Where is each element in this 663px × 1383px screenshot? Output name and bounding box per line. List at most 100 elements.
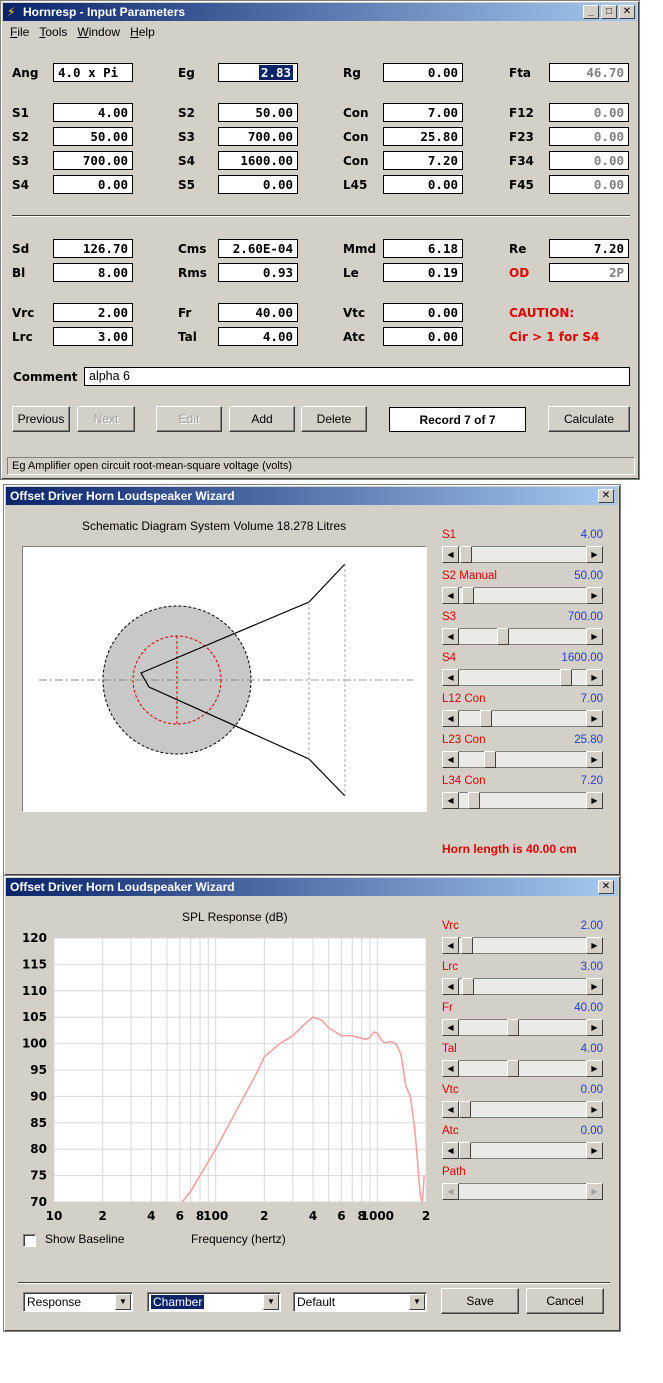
field-f23[interactable]: 0.00 (549, 127, 629, 146)
field-rg[interactable]: 0.00 (383, 63, 463, 82)
chevron-down-icon[interactable]: ▼ (263, 1294, 279, 1310)
slider-right-arrow-icon[interactable]: ▶ (586, 1101, 603, 1118)
slider-track[interactable]: ◀ ▶ (442, 792, 603, 809)
slider-track[interactable]: ◀ ▶ (442, 1060, 603, 1077)
field-con-1[interactable]: 7.00 (383, 103, 463, 122)
field-ang[interactable]: 4.0 x Pi (53, 63, 133, 82)
maximize-button[interactable]: □ (601, 5, 617, 19)
slider-left-arrow-icon[interactable]: ◀ (442, 546, 459, 563)
slider-right-arrow-icon[interactable]: ▶ (586, 669, 603, 686)
slider-track[interactable]: ◀ ▶ (442, 1019, 603, 1036)
field-vtc[interactable]: 0.00 (383, 303, 463, 322)
field-sd[interactable]: 126.70 (53, 239, 133, 258)
field-f45[interactable]: 0.00 (549, 175, 629, 194)
field-od[interactable]: 2P (549, 263, 629, 282)
slider-left-arrow-icon[interactable]: ◀ (442, 587, 459, 604)
slider-thumb[interactable] (560, 669, 573, 686)
field-con-2[interactable]: 25.80 (383, 127, 463, 146)
field-con-3[interactable]: 7.20 (383, 151, 463, 170)
field-s2[interactable]: 50.00 (53, 127, 133, 146)
slider-right-arrow-icon[interactable]: ▶ (586, 628, 603, 645)
delete-button[interactable]: Delete (301, 406, 367, 432)
field-l45[interactable]: 0.00 (383, 175, 463, 194)
comment-input[interactable]: alpha 6 (84, 367, 630, 386)
slider-right-arrow-icon[interactable]: ▶ (586, 1060, 603, 1077)
slider-right-arrow-icon[interactable]: ▶ (586, 1019, 603, 1036)
field-eg[interactable]: 2.83 (218, 63, 298, 82)
field-mmd[interactable]: 6.18 (383, 239, 463, 258)
field-s3[interactable]: 700.00 (53, 151, 133, 170)
field-re[interactable]: 7.20 (549, 239, 629, 258)
save-button[interactable]: Save (441, 1288, 519, 1314)
add-button[interactable]: Add (229, 406, 295, 432)
slider-thumb[interactable] (479, 710, 492, 727)
slider-right-arrow-icon[interactable]: ▶ (586, 546, 603, 563)
menu-help[interactable]: Help (125, 22, 160, 42)
slider-left-arrow-icon[interactable]: ◀ (442, 628, 459, 645)
field-f34[interactable]: 0.00 (549, 151, 629, 170)
field-le[interactable]: 0.19 (383, 263, 463, 282)
response-dropdown[interactable]: Response ▼ (23, 1292, 133, 1312)
slider-right-arrow-icon[interactable]: ▶ (586, 751, 603, 768)
slider-right-arrow-icon[interactable]: ▶ (586, 1142, 603, 1159)
slider-left-arrow-icon[interactable]: ◀ (442, 751, 459, 768)
slider-thumb[interactable] (496, 628, 509, 645)
slider-left-arrow-icon[interactable]: ◀ (442, 669, 459, 686)
slider-track[interactable]: ◀ ▶ (442, 546, 603, 563)
edit-button[interactable]: Edit (156, 406, 222, 432)
field-bl[interactable]: 8.00 (53, 263, 133, 282)
slider-right-arrow-icon[interactable]: ▶ (586, 792, 603, 809)
slider-thumb[interactable] (462, 587, 475, 604)
slider-left-arrow-icon[interactable]: ◀ (442, 1060, 459, 1077)
slider-left-arrow-icon[interactable]: ◀ (442, 1183, 459, 1200)
slider-track[interactable]: ◀ ▶ (442, 710, 603, 727)
slider-right-arrow-icon[interactable]: ▶ (586, 978, 603, 995)
slider-left-arrow-icon[interactable]: ◀ (442, 978, 459, 995)
slider-left-arrow-icon[interactable]: ◀ (442, 937, 459, 954)
slider-track[interactable]: ◀ ▶ (442, 1101, 603, 1118)
slider-track[interactable]: ◀ ▶ (442, 669, 603, 686)
field-cms[interactable]: 2.60E-04 (218, 239, 298, 258)
slider-thumb[interactable] (484, 751, 497, 768)
slider-thumb[interactable] (507, 1019, 520, 1036)
field-fta[interactable]: 46.70 (549, 63, 629, 82)
next-button[interactable]: Next (77, 406, 135, 432)
cancel-button[interactable]: Cancel (526, 1288, 604, 1314)
slider-left-arrow-icon[interactable]: ◀ (442, 1019, 459, 1036)
field-f12[interactable]: 0.00 (549, 103, 629, 122)
field-tal[interactable]: 4.00 (218, 327, 298, 346)
menu-window[interactable]: Window (72, 22, 125, 42)
slider-track[interactable]: ◀ ▶ (442, 751, 603, 768)
calculate-button[interactable]: Calculate (548, 406, 630, 432)
slider-thumb[interactable] (460, 546, 473, 563)
field-fr[interactable]: 40.00 (218, 303, 298, 322)
chevron-down-icon[interactable]: ▼ (409, 1294, 425, 1310)
default-dropdown[interactable]: Default ▼ (293, 1292, 427, 1312)
slider-track[interactable]: ◀ ▶ (442, 628, 603, 645)
slider-thumb[interactable] (459, 1142, 471, 1159)
slider-thumb[interactable] (468, 792, 481, 809)
show-baseline-checkbox[interactable] (23, 1234, 36, 1247)
menu-file[interactable]: File (5, 22, 34, 42)
slider-right-arrow-icon[interactable]: ▶ (586, 710, 603, 727)
menu-tools[interactable]: Tools (34, 22, 72, 42)
wizard-schematic-close-button[interactable]: ✕ (598, 489, 614, 503)
slider-thumb[interactable] (459, 1101, 471, 1118)
slider-track[interactable]: ◀ ▶ (442, 978, 603, 995)
slider-left-arrow-icon[interactable]: ◀ (442, 1101, 459, 1118)
slider-right-arrow-icon[interactable]: ▶ (586, 1183, 603, 1200)
minimize-button[interactable]: _ (583, 5, 599, 19)
field-s1[interactable]: 4.00 (53, 103, 133, 122)
slider-left-arrow-icon[interactable]: ◀ (442, 710, 459, 727)
previous-button[interactable]: Previous (12, 406, 70, 432)
chevron-down-icon[interactable]: ▼ (115, 1294, 131, 1310)
slider-left-arrow-icon[interactable]: ◀ (442, 792, 459, 809)
slider-right-arrow-icon[interactable]: ▶ (586, 937, 603, 954)
close-button[interactable]: ✕ (619, 5, 635, 19)
slider-right-arrow-icon[interactable]: ▶ (586, 587, 603, 604)
slider-thumb[interactable] (507, 1060, 520, 1077)
wizard-response-close-button[interactable]: ✕ (598, 880, 614, 894)
field-atc[interactable]: 0.00 (383, 327, 463, 346)
slider-track[interactable]: ◀ ▶ (442, 587, 603, 604)
field-s4-top[interactable]: 1600.00 (218, 151, 298, 170)
